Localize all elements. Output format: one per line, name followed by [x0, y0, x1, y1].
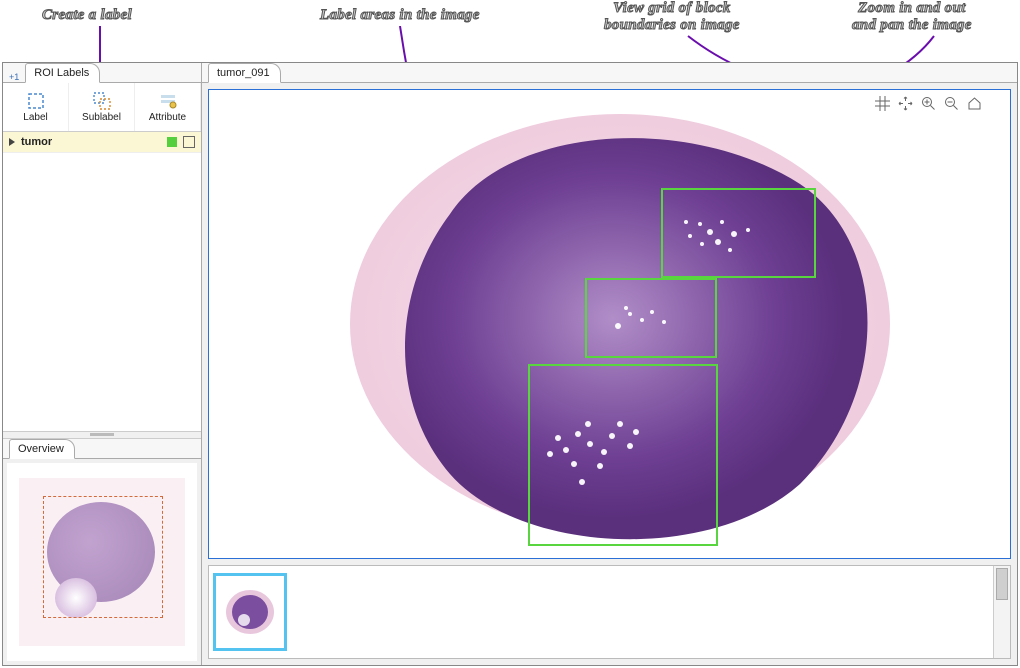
image-toolbar: [875, 94, 982, 112]
attribute-button[interactable]: Attribute: [135, 83, 201, 131]
zoom-out-icon[interactable]: [944, 96, 959, 111]
tab-image[interactable]: tumor_091: [208, 63, 281, 83]
tissue-sample: [330, 94, 890, 554]
tab-overview[interactable]: Overview: [9, 439, 75, 459]
image-tabbar: tumor_091: [202, 63, 1017, 83]
horizontal-splitter[interactable]: [3, 431, 201, 439]
overview-body[interactable]: [7, 463, 197, 661]
label-icon: [27, 92, 45, 110]
roi-box[interactable]: [585, 278, 717, 358]
sublabel-button[interactable]: Sublabel: [69, 83, 135, 131]
attribute-icon: [159, 92, 177, 110]
roi-box[interactable]: [661, 188, 816, 278]
overview-panel: Overview: [3, 439, 201, 665]
right-panel: tumor_091: [202, 63, 1017, 665]
attribute-button-text: Attribute: [149, 112, 186, 123]
overview-viewport[interactable]: [43, 496, 163, 618]
app-frame: +1 ROI Labels Label Sublabel Attribute t…: [2, 62, 1018, 666]
thumbnail-image: [222, 584, 278, 640]
thumbnail-strip: [208, 565, 1011, 659]
label-button-text: Label: [23, 112, 47, 123]
tab-pin-badge: +1: [9, 72, 19, 82]
label-list: tumor: [3, 132, 201, 431]
image-canvas-wrap: [208, 89, 1011, 559]
left-panel: +1 ROI Labels Label Sublabel Attribute t…: [3, 63, 202, 665]
expand-icon[interactable]: [9, 138, 15, 146]
callout-label-areas: Label areas in the image: [320, 7, 480, 24]
scrollbar-thumb[interactable]: [996, 568, 1008, 600]
overview-thumbnail[interactable]: [19, 478, 185, 646]
zoom-in-icon[interactable]: [921, 96, 936, 111]
overview-tabbar: Overview: [3, 439, 201, 459]
callout-zoom: Zoom in and outand pan the image: [852, 0, 972, 35]
sublabel-button-text: Sublabel: [82, 112, 121, 123]
label-name: tumor: [21, 136, 52, 148]
root: Create a label Label areas in the image …: [0, 0, 1020, 668]
callout-create-label: Create a label: [42, 7, 132, 24]
sublabel-icon: [93, 92, 111, 110]
grid-icon[interactable]: [875, 96, 890, 111]
callout-grid: View grid of blockboundaries on image: [604, 0, 740, 35]
thumbnail[interactable]: [213, 573, 287, 651]
label-button[interactable]: Label: [3, 83, 69, 131]
strip-scrollbar[interactable]: [993, 566, 1010, 658]
shape-rect-icon[interactable]: [183, 136, 195, 148]
home-icon[interactable]: [967, 96, 982, 111]
image-canvas[interactable]: [209, 90, 1010, 558]
tab-roi-labels[interactable]: ROI Labels: [25, 63, 100, 83]
roi-tabbar: +1 ROI Labels: [3, 63, 201, 83]
label-toolbar: Label Sublabel Attribute: [3, 83, 201, 132]
color-swatch[interactable]: [167, 137, 177, 147]
label-row-tumor[interactable]: tumor: [3, 132, 201, 153]
pan-icon[interactable]: [898, 96, 913, 111]
roi-box[interactable]: [528, 364, 718, 546]
